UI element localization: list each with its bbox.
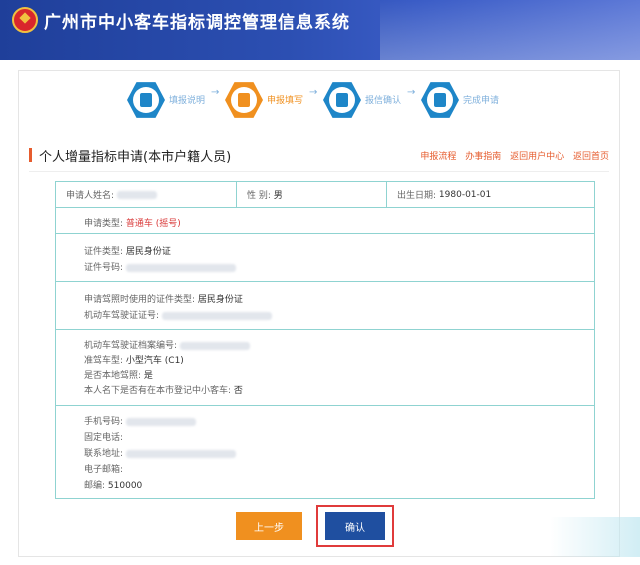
divider [29, 171, 609, 172]
applicant-name-cell: 申请人姓名: [56, 182, 236, 207]
postcode-line: 邮编: 510000 [84, 481, 143, 491]
redacted-value [125, 449, 236, 458]
redacted-value [161, 311, 272, 320]
site-title: 广州市中小客车指标调控管理信息系统 [44, 13, 350, 33]
link-home[interactable]: 返回首页 [573, 152, 609, 162]
phone-line: 手机号码: [84, 414, 196, 427]
edit-icon [225, 82, 263, 118]
corner-decoration [550, 517, 640, 557]
id-number-line: 证件号码: [84, 260, 236, 273]
landline-line: 固定电话: [84, 433, 124, 443]
previous-step-button[interactable]: 上一步 [236, 512, 302, 540]
link-apply-process[interactable]: 申报流程 [420, 152, 456, 162]
email-line: 电子邮箱: [84, 465, 124, 475]
table-row: 申请类型: 普通车 (摇号) [56, 208, 594, 234]
section-accent-bar [29, 148, 32, 162]
arrow-icon: → [407, 87, 416, 98]
arrow-icon: → [211, 87, 220, 98]
license-id-type-line: 申请驾照时使用的证件类型: 居民身份证 [84, 295, 243, 305]
redacted-value [125, 417, 196, 426]
redacted-value [116, 190, 157, 199]
birth-date-cell: 出生日期: 1980-01-01 [386, 182, 594, 207]
apply-type-line: 申请类型: 普通车 (摇号) [84, 219, 181, 229]
header-skyline-decoration [380, 0, 640, 60]
id-type-line: 证件类型: 居民身份证 [84, 247, 171, 257]
check-document-icon [421, 82, 459, 118]
redacted-value [125, 263, 236, 272]
site-header: 广州市中小客车指标调控管理信息系统 [0, 0, 640, 60]
step-label: 填报说明 [169, 96, 206, 106]
license-archive-line: 机动车驾驶证档案编号: [84, 338, 250, 351]
phone-icon [323, 82, 361, 118]
main-panel: 填报说明 → 申报填写 → 报信确认 → 完成申请 个人增量指标申请(本市户籍人… [18, 70, 620, 557]
table-row: 申请驾照时使用的证件类型: 居民身份证 机动车驾驶证证号: [56, 282, 594, 330]
local-license-line: 是否本地驾照: 是 [84, 371, 153, 381]
table-row: 手机号码: 固定电话: 联系地址: 电子邮箱: 邮编: 510000 [56, 406, 594, 498]
document-icon [127, 82, 165, 118]
section-header: 个人增量指标申请(本市户籍人员) 申报流程 办事指南 返回用户中心 返回首页 [29, 143, 609, 169]
registered-car-line: 本人名下是否有在本市登记中小客车: 否 [84, 386, 243, 396]
progress-steps: 填报说明 → 申报填写 → 报信确认 → 完成申请 [19, 71, 619, 131]
table-row: 证件类型: 居民身份证 证件号码: [56, 234, 594, 282]
step-label: 完成申请 [463, 96, 500, 106]
address-line: 联系地址: [84, 446, 236, 459]
gender-cell: 性 别: 男 [236, 182, 386, 207]
link-guide[interactable]: 办事指南 [465, 152, 501, 162]
license-number-line: 机动车驾驶证证号: [84, 308, 272, 321]
step-label: 报信确认 [365, 96, 402, 106]
arrow-icon: → [309, 87, 318, 98]
emblem-icon [12, 7, 38, 33]
link-user-center[interactable]: 返回用户中心 [510, 152, 564, 162]
table-row: 机动车驾驶证档案编号: 准驾车型: 小型汽车 (C1) 是否本地驾照: 是 本人… [56, 330, 594, 406]
vehicle-class-line: 准驾车型: 小型汽车 (C1) [84, 356, 184, 366]
confirm-button[interactable]: 确认 [325, 512, 385, 540]
section-links: 申报流程 办事指南 返回用户中心 返回首页 [414, 149, 609, 162]
table-row: 申请人姓名: 性 别: 男 出生日期: 1980-01-01 [56, 182, 594, 208]
step-complete: 完成申请 [421, 81, 521, 121]
section-title: 个人增量指标申请(本市户籍人员) [39, 150, 232, 165]
redacted-value [179, 341, 250, 350]
step-label: 申报填写 [267, 96, 304, 106]
application-summary-table: 申请人姓名: 性 别: 男 出生日期: 1980-01-01 申请类型: 普通车… [55, 181, 595, 499]
